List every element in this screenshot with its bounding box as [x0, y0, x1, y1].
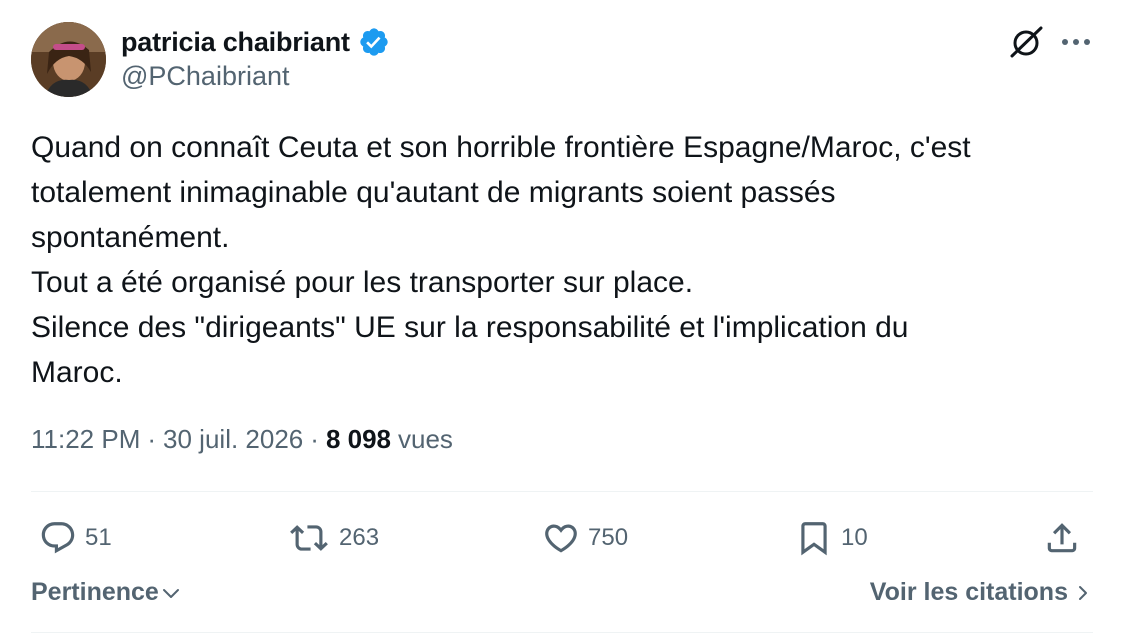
verified-badge-icon[interactable] — [357, 25, 391, 59]
avatar-image — [31, 22, 106, 97]
tweet-line: spontanément. — [31, 221, 230, 254]
reply-button[interactable]: 51 — [39, 512, 112, 564]
view-quotes-label: Voir les citations — [869, 578, 1068, 606]
bookmark-button[interactable]: 10 — [795, 512, 868, 564]
tweet-line: Silence des "dirigeants" UE sur la respo… — [31, 311, 909, 344]
share-icon — [1047, 523, 1077, 553]
repost-count: 263 — [339, 524, 380, 551]
tweet-text: Quand on connaît Ceuta et son horrible f… — [31, 125, 1101, 395]
meta-separator: · — [147, 424, 157, 454]
tweet-time[interactable]: 11:22 PM — [31, 424, 140, 455]
author-display-name[interactable]: patricia chaibriant — [121, 27, 350, 58]
meta-separator: · — [310, 424, 319, 454]
view-quotes-link[interactable]: Voir les citations — [870, 578, 1090, 607]
tweet-date[interactable]: 30 juil. 2026 — [163, 424, 303, 455]
divider — [31, 632, 1093, 633]
divider — [31, 491, 1093, 492]
views-count[interactable]: 8 098 — [326, 424, 391, 455]
bookmark-icon — [801, 522, 827, 556]
chevron-down-icon — [162, 588, 179, 598]
action-bar: 51 263 750 10 — [31, 512, 1093, 564]
author-handle[interactable]: @PChaibriant — [121, 61, 290, 92]
like-button[interactable]: 750 — [542, 512, 628, 564]
bookmark-count: 10 — [841, 524, 868, 551]
tweet-line: totalement inimaginable qu'autant de mig… — [31, 176, 836, 209]
reply-count: 51 — [85, 524, 112, 551]
repost-icon — [290, 525, 328, 551]
tweet-line: Tout a été organisé pour les transporter… — [31, 266, 694, 299]
reply-icon — [41, 522, 75, 554]
author-name-row: patricia chaibriant — [121, 24, 391, 60]
share-button[interactable] — [1043, 512, 1081, 564]
chevron-right-icon — [1079, 585, 1087, 600]
sort-label: Pertinence — [31, 578, 159, 606]
sort-replies-dropdown[interactable]: Pertinence — [31, 578, 181, 607]
repost-button[interactable]: 263 — [287, 512, 379, 564]
tweet-meta: 11:22 PM · 30 juil. 2026 · 8 098 vues — [31, 424, 453, 455]
more-dots-icon[interactable] — [1056, 22, 1096, 62]
tweet-line: Maroc. — [31, 356, 123, 389]
views-label: vues — [398, 424, 453, 454]
grok-icon[interactable] — [1006, 22, 1046, 62]
tweet-line: Quand on connaît Ceuta et son horrible f… — [31, 131, 971, 164]
like-count: 750 — [588, 524, 629, 551]
avatar[interactable] — [31, 22, 106, 97]
heart-icon — [545, 524, 577, 553]
